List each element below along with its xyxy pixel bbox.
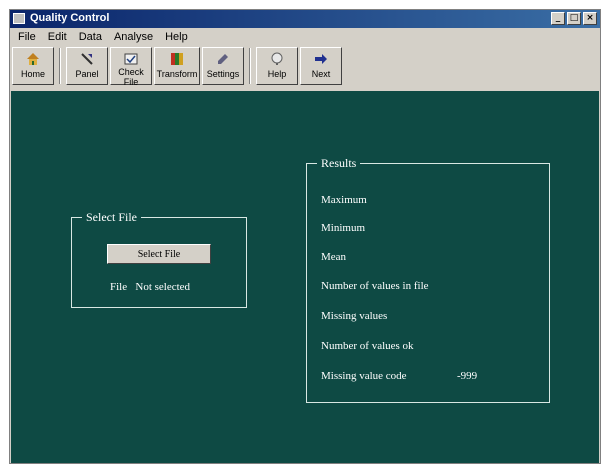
select-file-group: Select File Select File File Not selecte… xyxy=(71,210,247,308)
menu-help[interactable]: Help xyxy=(159,29,194,46)
file-status-value: Not selected xyxy=(135,281,191,293)
check-file-icon xyxy=(122,51,140,65)
result-missing-values: Missing values xyxy=(321,310,388,322)
settings-icon xyxy=(214,51,232,67)
settings-label: Settings xyxy=(206,69,240,79)
help-icon xyxy=(268,51,286,67)
menu-edit[interactable]: Edit xyxy=(42,29,73,46)
transform-icon xyxy=(168,51,186,67)
home-button[interactable]: Home xyxy=(12,47,54,85)
result-maximum: Maximum xyxy=(321,194,367,206)
check-file-label: Check File xyxy=(118,67,144,87)
file-status: File Not selected xyxy=(110,281,190,293)
result-number-of-values-ok: Number of values ok xyxy=(321,340,414,352)
results-group: Results Maximum Minimum Mean Number of v… xyxy=(306,156,550,403)
toolbar-separator xyxy=(249,48,251,84)
panel-label: Panel xyxy=(75,69,99,79)
toolbar: Home Panel Check File Transform Settings… xyxy=(12,47,382,88)
app-icon xyxy=(13,13,25,24)
select-file-button[interactable]: Select File xyxy=(107,244,211,264)
settings-button[interactable]: Settings xyxy=(202,47,244,85)
panel-icon xyxy=(78,51,96,67)
menu-bar: File Edit Data Analyse Help xyxy=(12,29,194,46)
result-number-of-values: Number of values in file xyxy=(321,280,429,292)
main-panel: Select File Select File File Not selecte… xyxy=(11,91,599,463)
home-label: Home xyxy=(20,69,45,79)
title-bar[interactable]: Quality Control _ □ × xyxy=(10,10,600,28)
maximize-button[interactable]: □ xyxy=(567,12,581,25)
next-label: Next xyxy=(311,69,331,79)
file-label: File xyxy=(110,281,128,293)
menu-file[interactable]: File xyxy=(12,29,42,46)
next-button[interactable]: Next xyxy=(300,47,342,85)
help-button[interactable]: Help xyxy=(256,47,298,85)
transform-label: Transform xyxy=(156,69,198,79)
menu-analyse[interactable]: Analyse xyxy=(108,29,159,46)
next-icon xyxy=(312,51,330,67)
result-missing-value-code: Missing value code xyxy=(321,370,407,382)
transform-button[interactable]: Transform xyxy=(154,47,200,85)
check-file-button[interactable]: Check File xyxy=(110,47,152,87)
result-minimum: Minimum xyxy=(321,222,366,234)
help-label: Help xyxy=(267,69,287,79)
window-controls: _ □ × xyxy=(551,12,597,25)
minimize-button[interactable]: _ xyxy=(551,12,565,25)
close-button[interactable]: × xyxy=(583,12,597,25)
result-mean: Mean xyxy=(321,251,347,263)
home-icon xyxy=(24,51,42,67)
select-file-group-title: Select File xyxy=(82,210,141,225)
window-title: Quality Control xyxy=(30,12,110,24)
menu-data[interactable]: Data xyxy=(73,29,108,46)
missing-value-code-value: -999 xyxy=(457,370,478,382)
panel-button[interactable]: Panel xyxy=(66,47,108,85)
results-group-title: Results xyxy=(317,156,361,171)
app-window: Quality Control _ □ × File Edit Data Ana… xyxy=(9,9,601,464)
toolbar-separator xyxy=(59,48,61,84)
